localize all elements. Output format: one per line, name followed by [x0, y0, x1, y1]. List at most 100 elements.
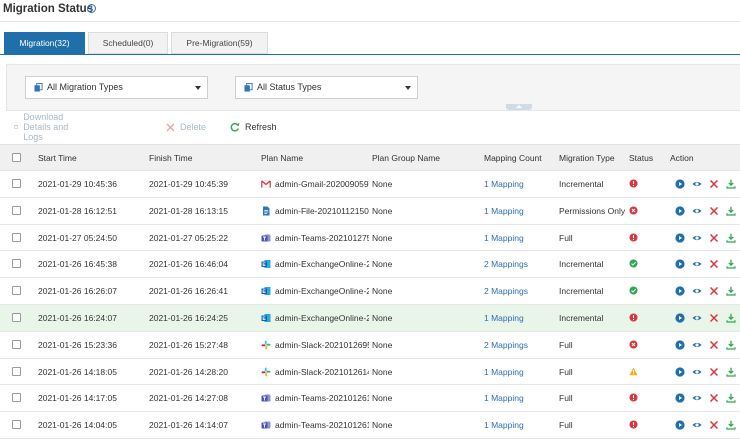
status-stopped-icon[interactable]	[629, 206, 638, 215]
view-details-icon[interactable]	[692, 340, 702, 350]
table-row[interactable]: 2021-01-26 16:24:07 2021-01-26 16:24:25 ad…	[0, 304, 740, 332]
start-job-icon[interactable]	[675, 340, 685, 350]
table-row[interactable]: 2021-01-26 14:04:05 2021-01-26 14:14:07 ad…	[0, 412, 740, 439]
download-report-icon[interactable]	[726, 259, 736, 269]
status-error-icon[interactable]	[629, 393, 638, 402]
download-report-icon[interactable]	[726, 286, 736, 296]
row-checkbox[interactable]	[12, 312, 21, 322]
mapping-count-link[interactable]: 1 Mapping	[484, 393, 556, 403]
view-details-icon[interactable]	[692, 179, 702, 189]
status-stopped-icon[interactable]	[629, 340, 638, 349]
table-row[interactable]: 2021-01-27 05:24:50 2021-01-27 05:25:22 ad…	[0, 225, 740, 252]
row-checkbox[interactable]	[12, 393, 21, 403]
mapping-count-link[interactable]: 1 Mapping	[484, 206, 556, 216]
info-icon[interactable]: i	[87, 4, 96, 13]
download-report-icon[interactable]	[726, 233, 736, 243]
column-migration-type[interactable]: Migration Type	[559, 153, 615, 163]
delete-job-icon[interactable]	[709, 393, 719, 403]
view-details-icon[interactable]	[692, 393, 702, 403]
table-row[interactable]: 2021-01-26 14:18:05 2021-01-26 14:28:20 ad…	[0, 359, 740, 386]
row-checkbox[interactable]	[12, 205, 21, 215]
start-job-icon[interactable]	[675, 313, 685, 323]
plan-name-cell[interactable]: admin-File-202101121501	[275, 206, 369, 216]
collapse-filter-toggle[interactable]	[506, 104, 532, 110]
view-details-icon[interactable]	[692, 206, 702, 216]
delete-job-icon[interactable]	[709, 367, 719, 377]
status-error-icon[interactable]	[629, 313, 638, 322]
delete-job-icon[interactable]	[709, 259, 719, 269]
plan-name-cell[interactable]: admin-Teams-20210126141	[275, 393, 369, 403]
row-checkbox[interactable]	[12, 286, 21, 296]
column-mapping-count[interactable]: Mapping Count	[484, 153, 542, 163]
mapping-count-link[interactable]: 1 Mapping	[484, 420, 556, 430]
tab-migration[interactable]: Migration(32)	[4, 32, 85, 54]
download-report-icon[interactable]	[726, 313, 736, 323]
plan-name-cell[interactable]: admin-ExchangeOnline-20	[275, 259, 369, 269]
start-job-icon[interactable]	[675, 179, 685, 189]
row-checkbox[interactable]	[12, 366, 21, 376]
status-success-icon[interactable]	[629, 259, 638, 268]
column-plan-name[interactable]: Plan Name	[261, 153, 303, 163]
column-status[interactable]: Status	[629, 153, 653, 163]
status-success-icon[interactable]	[629, 286, 638, 295]
download-report-icon[interactable]	[726, 340, 736, 350]
plan-name-cell[interactable]: admin-Teams-20210127548	[275, 233, 369, 243]
download-report-icon[interactable]	[726, 393, 736, 403]
table-row[interactable]: 2021-01-26 16:26:07 2021-01-26 16:26:41 ad…	[0, 278, 740, 305]
view-details-icon[interactable]	[692, 233, 702, 243]
delete-job-icon[interactable]	[709, 233, 719, 243]
delete-job-icon[interactable]	[709, 286, 719, 296]
column-start-time[interactable]: Start Time	[38, 153, 77, 163]
row-checkbox[interactable]	[12, 259, 21, 269]
mapping-count-link[interactable]: 1 Mapping	[484, 179, 556, 189]
column-plan-group[interactable]: Plan Group Name	[372, 153, 440, 163]
row-checkbox[interactable]	[12, 232, 21, 242]
refresh-button[interactable]: Refresh	[230, 118, 277, 136]
mapping-count-link[interactable]: 1 Mapping	[484, 313, 556, 323]
row-checkbox[interactable]	[12, 339, 21, 349]
download-report-icon[interactable]	[726, 206, 736, 216]
plan-name-cell[interactable]: admin-Gmail-2020090593	[275, 179, 369, 189]
status-error-icon[interactable]	[629, 179, 638, 188]
plan-name-cell[interactable]: admin-ExchangeOnline-20	[275, 286, 369, 296]
status-error-icon[interactable]	[629, 420, 638, 429]
tab-pre-migration[interactable]: Pre-Migration(59)	[171, 32, 268, 54]
start-job-icon[interactable]	[675, 366, 685, 377]
start-job-icon[interactable]	[675, 232, 685, 243]
start-job-icon[interactable]	[675, 206, 685, 216]
mapping-count-link[interactable]: 1 Mapping	[484, 367, 556, 377]
download-report-icon[interactable]	[726, 367, 736, 377]
start-job-icon[interactable]	[675, 259, 685, 269]
start-job-icon[interactable]	[675, 393, 685, 403]
table-row[interactable]: 2021-01-26 16:45:38 2021-01-26 16:46:04 ad…	[0, 251, 740, 279]
delete-job-icon[interactable]	[709, 313, 719, 323]
migration-type-dropdown[interactable]: All Migration Types	[25, 76, 208, 99]
mapping-count-link[interactable]: 2 Mappings	[484, 259, 556, 269]
plan-name-cell[interactable]: admin-ExchangeOnline-20	[275, 313, 369, 323]
view-details-icon[interactable]	[692, 420, 702, 430]
download-details-button[interactable]: Download Details and Logs	[14, 112, 69, 142]
mapping-count-link[interactable]: 1 Mapping	[484, 233, 556, 243]
plan-name-cell[interactable]: admin-Slack-20210126957	[275, 340, 369, 350]
view-details-icon[interactable]	[692, 259, 702, 269]
table-row[interactable]: 2021-01-26 14:17:05 2021-01-26 14:27:08 ad…	[0, 385, 740, 413]
start-job-icon[interactable]	[675, 420, 685, 430]
mapping-count-link[interactable]: 2 Mappings	[484, 340, 556, 350]
delete-button[interactable]: Delete	[166, 118, 206, 136]
row-checkbox[interactable]	[12, 420, 21, 430]
view-details-icon[interactable]	[692, 367, 702, 377]
status-warning-icon[interactable]	[629, 367, 638, 376]
delete-job-icon[interactable]	[709, 206, 719, 216]
row-checkbox[interactable]	[12, 179, 21, 188]
select-all-checkbox[interactable]	[12, 153, 21, 162]
delete-job-icon[interactable]	[709, 340, 719, 350]
tab-scheduled[interactable]: Scheduled(0)	[88, 32, 168, 54]
table-row[interactable]: 2021-01-29 10:45:36 2021-01-29 10:45:39 ad…	[0, 171, 740, 198]
mapping-count-link[interactable]: 2 Mappings	[484, 286, 556, 296]
download-report-icon[interactable]	[726, 420, 736, 430]
start-job-icon[interactable]	[675, 286, 685, 296]
status-type-dropdown[interactable]: All Status Types	[235, 76, 418, 99]
table-row[interactable]: 2021-01-26 15:23:36 2021-01-26 15:27:48 ad…	[0, 332, 740, 359]
plan-name-cell[interactable]: admin-Slack-20210126141	[275, 367, 369, 377]
download-report-icon[interactable]	[726, 179, 736, 189]
